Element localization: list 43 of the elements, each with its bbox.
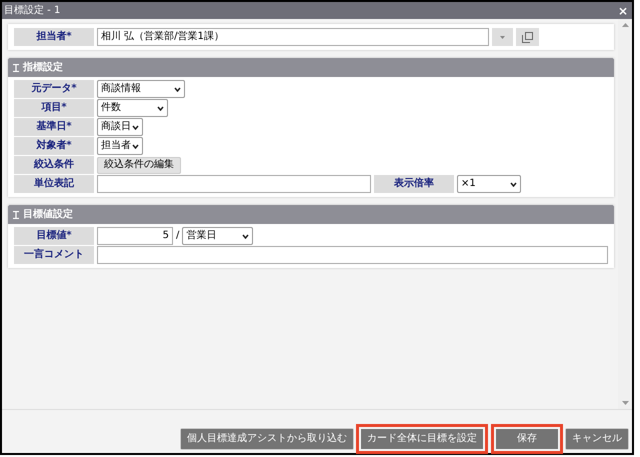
chevron-down-icon: [132, 144, 139, 148]
collapse-icon[interactable]: [13, 210, 19, 218]
scroll-up-icon[interactable]: [622, 23, 628, 27]
section-title: 目標値設定: [23, 210, 73, 220]
comment-field[interactable]: [97, 246, 608, 264]
field-label: 担当者*: [14, 28, 94, 46]
chevron-down-icon: [242, 234, 250, 238]
chevron-down-icon: [157, 106, 164, 110]
footer-button[interactable]: キャンセル: [566, 429, 628, 449]
caret-icon: [500, 36, 505, 38]
collapse-icon[interactable]: [13, 64, 19, 72]
copy-icon: [522, 32, 533, 42]
footer-button[interactable]: 個人目標達成アシストから取り込む: [181, 429, 353, 449]
field-label: 表示倍率: [374, 175, 454, 193]
field-label: 単位表記: [14, 175, 94, 193]
chevron-down-icon: [510, 182, 517, 186]
dropdown[interactable]: 件数: [97, 99, 168, 117]
field-label: 対象者*: [14, 137, 94, 155]
dropdown[interactable]: 商談日: [97, 118, 143, 136]
dropdown[interactable]: 営業日: [182, 227, 254, 245]
text-field[interactable]: [97, 175, 371, 193]
separator-text: /: [176, 231, 180, 241]
chevron-down-icon: [132, 124, 139, 130]
window-title: 目標設定 - 1: [4, 6, 60, 16]
chevron-down-icon: [174, 86, 181, 92]
field-label: 一言コメント: [14, 246, 94, 264]
field-label: 目標値*: [14, 227, 94, 245]
footer-button[interactable]: カード全体に目標を設定: [361, 429, 483, 449]
close-button[interactable]: ×: [618, 4, 630, 16]
copy-button[interactable]: [516, 28, 539, 46]
field-label: 基準日*: [14, 118, 94, 136]
field-label: 元データ*: [14, 80, 94, 98]
footer-button[interactable]: 保存: [496, 429, 558, 449]
scroll-down-icon[interactable]: [622, 401, 628, 405]
assignee-field[interactable]: 相川 弘（営業部/営業1課）: [97, 28, 489, 46]
field-label: 絞込条件: [14, 156, 94, 174]
field-label: 項目*: [14, 99, 94, 117]
edit-filter-button[interactable]: 絞込条件の編集: [97, 156, 181, 174]
dropdown[interactable]: 担当者: [97, 137, 143, 155]
dropdown[interactable]: ×1: [457, 175, 521, 193]
dropdown[interactable]: 商談情報: [97, 80, 185, 98]
number-field[interactable]: 5: [97, 227, 173, 245]
section-title: 指標設定: [23, 62, 63, 72]
